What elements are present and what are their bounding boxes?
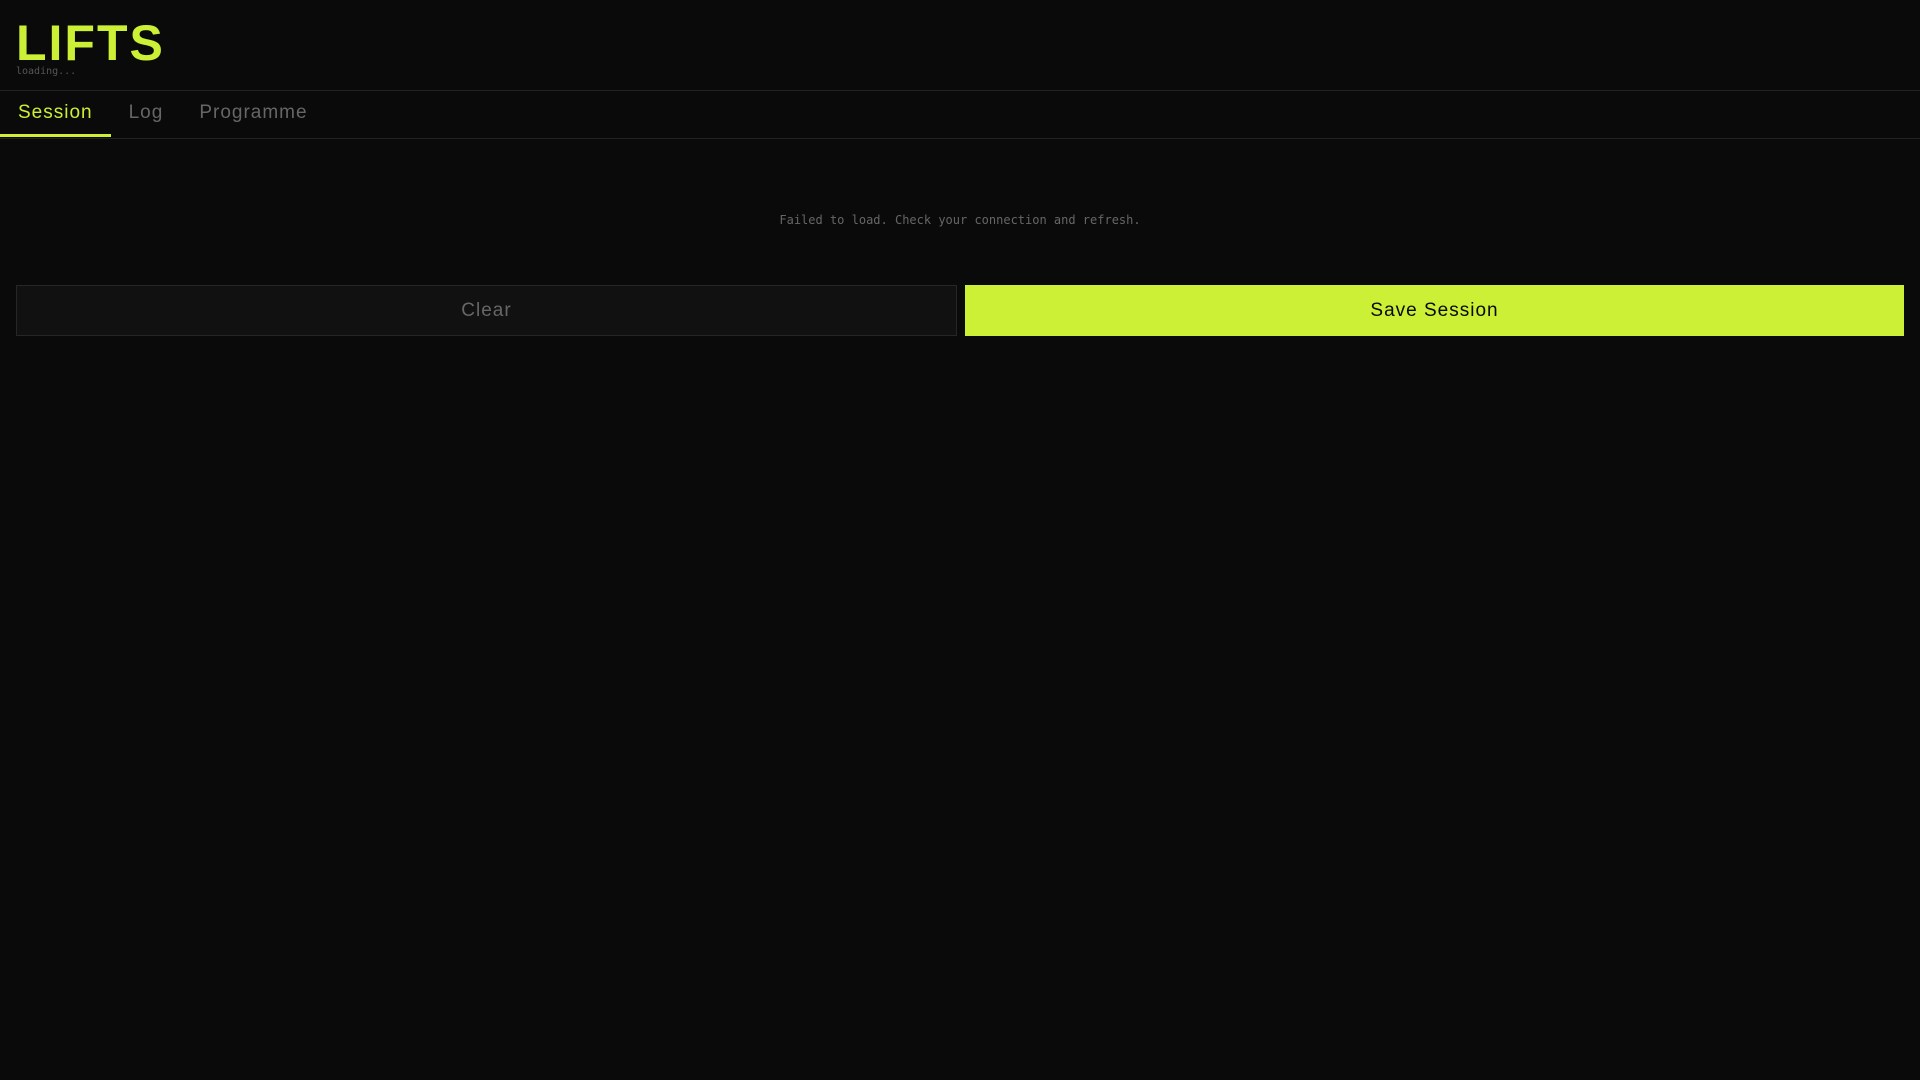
tab-programme[interactable]: Programme	[181, 91, 325, 137]
error-message: Failed to load. Check your connection an…	[779, 213, 1141, 227]
save-session-button[interactable]: Save Session	[965, 285, 1904, 336]
tab-session[interactable]: Session	[0, 91, 111, 137]
tab-bar: Session Log Programme	[0, 91, 1920, 139]
app-header: LIFTS loading...	[0, 0, 1920, 91]
loading-status: loading...	[16, 66, 77, 77]
tab-log[interactable]: Log	[111, 91, 182, 137]
app-logo: LIFTS	[16, 15, 165, 71]
clear-button[interactable]: Clear	[16, 285, 957, 336]
